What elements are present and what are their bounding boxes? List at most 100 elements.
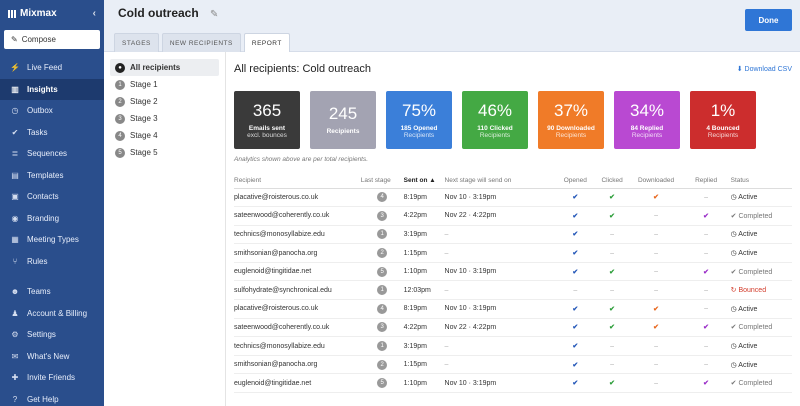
collapse-sidebar-icon[interactable]: ‹ [93, 8, 96, 19]
sidebar-item-account-billing[interactable]: ♟ Account & Billing [0, 303, 104, 325]
stage-number-badge: 5 [115, 147, 125, 158]
column-header-replied[interactable]: Replied [681, 173, 731, 189]
last-stage-cell: 4 [360, 299, 404, 319]
recipient-email[interactable]: technics@monosyllabize.edu [234, 336, 361, 356]
brand: Mixmax ‹ [0, 0, 104, 27]
stage-number-badge: 5 [377, 378, 388, 389]
column-header-clicked[interactable]: Clicked [593, 173, 631, 189]
last-stage-cell: 3 [360, 206, 404, 226]
tab-stages[interactable]: STAGES [114, 33, 159, 52]
table-row[interactable]: placative@roisterous.co.uk 4 8:19pm Nov 10 … [234, 299, 792, 319]
recipient-email[interactable]: placative@roisterous.co.uk [234, 188, 361, 208]
sidebar-item-what-s-new[interactable]: ✉ What's New [0, 346, 104, 368]
sidebar-item-teams[interactable]: ☻ Teams [0, 281, 104, 303]
stat-card[interactable]: 245 Recipients [310, 91, 376, 149]
sidebar-item-meeting-types[interactable]: ▦ Meeting Types [0, 229, 104, 251]
recipient-email[interactable]: sateenwood@coherently.co.uk [234, 318, 361, 338]
stage-label: All recipients [130, 63, 181, 72]
sidebar-item-invite-friends[interactable]: ✚ Invite Friends [0, 367, 104, 389]
status-cell: ✔ Completed [730, 373, 792, 394]
table-row[interactable]: euglenoid@tingitidae.net 5 1:10pm Nov 10 · … [234, 373, 792, 394]
replied-indicator: ✔ [681, 373, 731, 394]
stage-item-stage-3[interactable]: 3 Stage 3 [110, 110, 219, 127]
compose-button[interactable]: ✎ Compose [4, 30, 100, 49]
stat-card[interactable]: 34% 84 Replied Recipients [614, 91, 680, 149]
column-header-opened[interactable]: Opened [556, 173, 594, 189]
stat-card[interactable]: 46% 110 Clicked Recipients [462, 91, 528, 149]
recipient-email[interactable]: technics@monosyllabize.edu [234, 225, 361, 245]
table-row[interactable]: euglenoid@tingitidae.net 5 1:10pm Nov 10 · … [234, 262, 792, 282]
sidebar-item-branding[interactable]: ◉ Branding [0, 208, 104, 230]
column-header-sent-on[interactable]: Sent on ▲ [403, 173, 445, 189]
tab-report[interactable]: REPORT [243, 33, 290, 52]
last-stage-cell: 1 [360, 225, 404, 245]
column-header-label: Replied [695, 176, 718, 184]
stat-card[interactable]: 365 Emails sent excl. bounces [234, 91, 300, 149]
table-row[interactable]: technics@monosyllabize.edu 1 3:19pm – ✔ – – – ◷ … [234, 336, 792, 356]
recipient-email[interactable]: euglenoid@tingitidae.net [234, 262, 361, 282]
stage-label: Stage 1 [130, 80, 158, 89]
table-row[interactable]: smithsonian@panocha.org 2 1:15pm – ✔ – – – ◷ Act… [234, 355, 792, 375]
recipient-email[interactable]: smithsonian@panocha.org [234, 355, 361, 375]
replied-indicator: – [681, 336, 731, 356]
next-send: Nov 22 · 4:22pm [444, 318, 557, 338]
edit-pencil-icon[interactable]: ✎ [210, 9, 218, 20]
clock-icon: ◷ [730, 231, 737, 239]
stage-item-stage-2[interactable]: 2 Stage 2 [110, 93, 219, 110]
downloaded-indicator: ✔ [630, 299, 682, 319]
recipient-email[interactable]: sateenwood@coherently.co.uk [234, 206, 361, 226]
status-label: Completed [738, 324, 773, 332]
stat-cards: 365 Emails sent excl. bounces 245 Recipients… [234, 91, 792, 149]
sidebar-item-sequences[interactable]: ≣ Sequences [0, 143, 104, 165]
next-send: – [444, 336, 557, 356]
table-row[interactable]: placative@roisterous.co.uk 4 8:19pm Nov 10 … [234, 188, 792, 208]
recipient-email[interactable]: smithsonian@panocha.org [234, 243, 361, 263]
status-label: Active [738, 231, 758, 239]
recipient-email[interactable]: euglenoid@tingitidae.net [234, 373, 361, 394]
table-row[interactable]: smithsonian@panocha.org 2 1:15pm – ✔ – – – ◷ Act… [234, 243, 792, 263]
downloaded-indicator: ✔ [630, 318, 682, 338]
column-header-recipient[interactable]: Recipient [234, 173, 361, 189]
stage-item-all-recipients[interactable]: ● All recipients [110, 59, 219, 76]
sidebar-item-rules[interactable]: ⑂ Rules [0, 251, 104, 273]
sidebar-item-insights[interactable]: ▥ Insights [0, 78, 104, 100]
last-stage-cell: 1 [360, 280, 404, 301]
recipient-email[interactable]: placative@roisterous.co.uk [234, 299, 361, 319]
sidebar-item-label: Live Feed [27, 63, 63, 73]
column-header-last-stage[interactable]: Last stage [360, 173, 404, 189]
clicked-indicator: – [593, 280, 631, 301]
stage-item-stage-4[interactable]: 4 Stage 4 [110, 127, 219, 144]
sidebar-item-tasks[interactable]: ✔ Tasks [0, 122, 104, 144]
sequence-title: Cold outreach [118, 6, 199, 20]
table-row[interactable]: sateenwood@coherently.co.uk 3 4:22pm Nov 22… [234, 206, 792, 226]
stat-card[interactable]: 37% 90 Downloaded Recipients [538, 91, 604, 149]
sidebar-item-label: Sequences [27, 149, 68, 159]
column-header-next-stage-will-send-on[interactable]: Next stage will send on [444, 173, 557, 189]
opened-indicator: – [556, 280, 594, 301]
replied-indicator: – [681, 188, 731, 208]
sidebar-item-contacts[interactable]: ▣ Contacts [0, 186, 104, 208]
sidebar-item-settings[interactable]: ⚙ Settings [0, 324, 104, 346]
stat-card[interactable]: 1% 4 Bounced Recipients [690, 91, 756, 149]
sidebar-item-live-feed[interactable]: ⚡ Live Feed [0, 57, 104, 79]
stat-label: 84 Replied [630, 124, 664, 132]
sidebar-item-templates[interactable]: ▤ Templates [0, 165, 104, 187]
document-icon: ▤ [11, 170, 19, 180]
tab-new-recipients[interactable]: NEW RECIPIENTS [161, 33, 241, 52]
recipient-email[interactable]: sulfohydrate@synchronical.edu [234, 280, 361, 301]
sidebar-item-outbox[interactable]: ◷ Outbox [0, 100, 104, 122]
column-header-downloaded[interactable]: Downloaded [630, 173, 682, 189]
table-row[interactable]: sateenwood@coherently.co.uk 3 4:22pm Nov 22… [234, 318, 792, 338]
table-row[interactable]: sulfohydrate@synchronical.edu 1 12:03pm – – –… [234, 280, 792, 301]
stat-card[interactable]: 75% 185 Opened Recipients [386, 91, 452, 149]
analytics-note: Analytics shown above are per total reci… [234, 156, 369, 163]
sidebar-item-get-help[interactable]: ? Get Help [0, 389, 104, 406]
table-row[interactable]: technics@monosyllabize.edu 1 3:19pm – ✔ – – – ◷ … [234, 225, 792, 245]
clock-icon: ◷ [730, 343, 737, 351]
column-header-status[interactable]: Status [730, 173, 792, 189]
sidebar-item-label: Tasks [27, 127, 48, 137]
done-button[interactable]: Done [745, 9, 792, 31]
stage-item-stage-1[interactable]: 1 Stage 1 [110, 76, 219, 93]
stage-item-stage-5[interactable]: 5 Stage 5 [110, 144, 219, 161]
download-csv-link[interactable]: ⬇ Download CSV [737, 65, 792, 73]
